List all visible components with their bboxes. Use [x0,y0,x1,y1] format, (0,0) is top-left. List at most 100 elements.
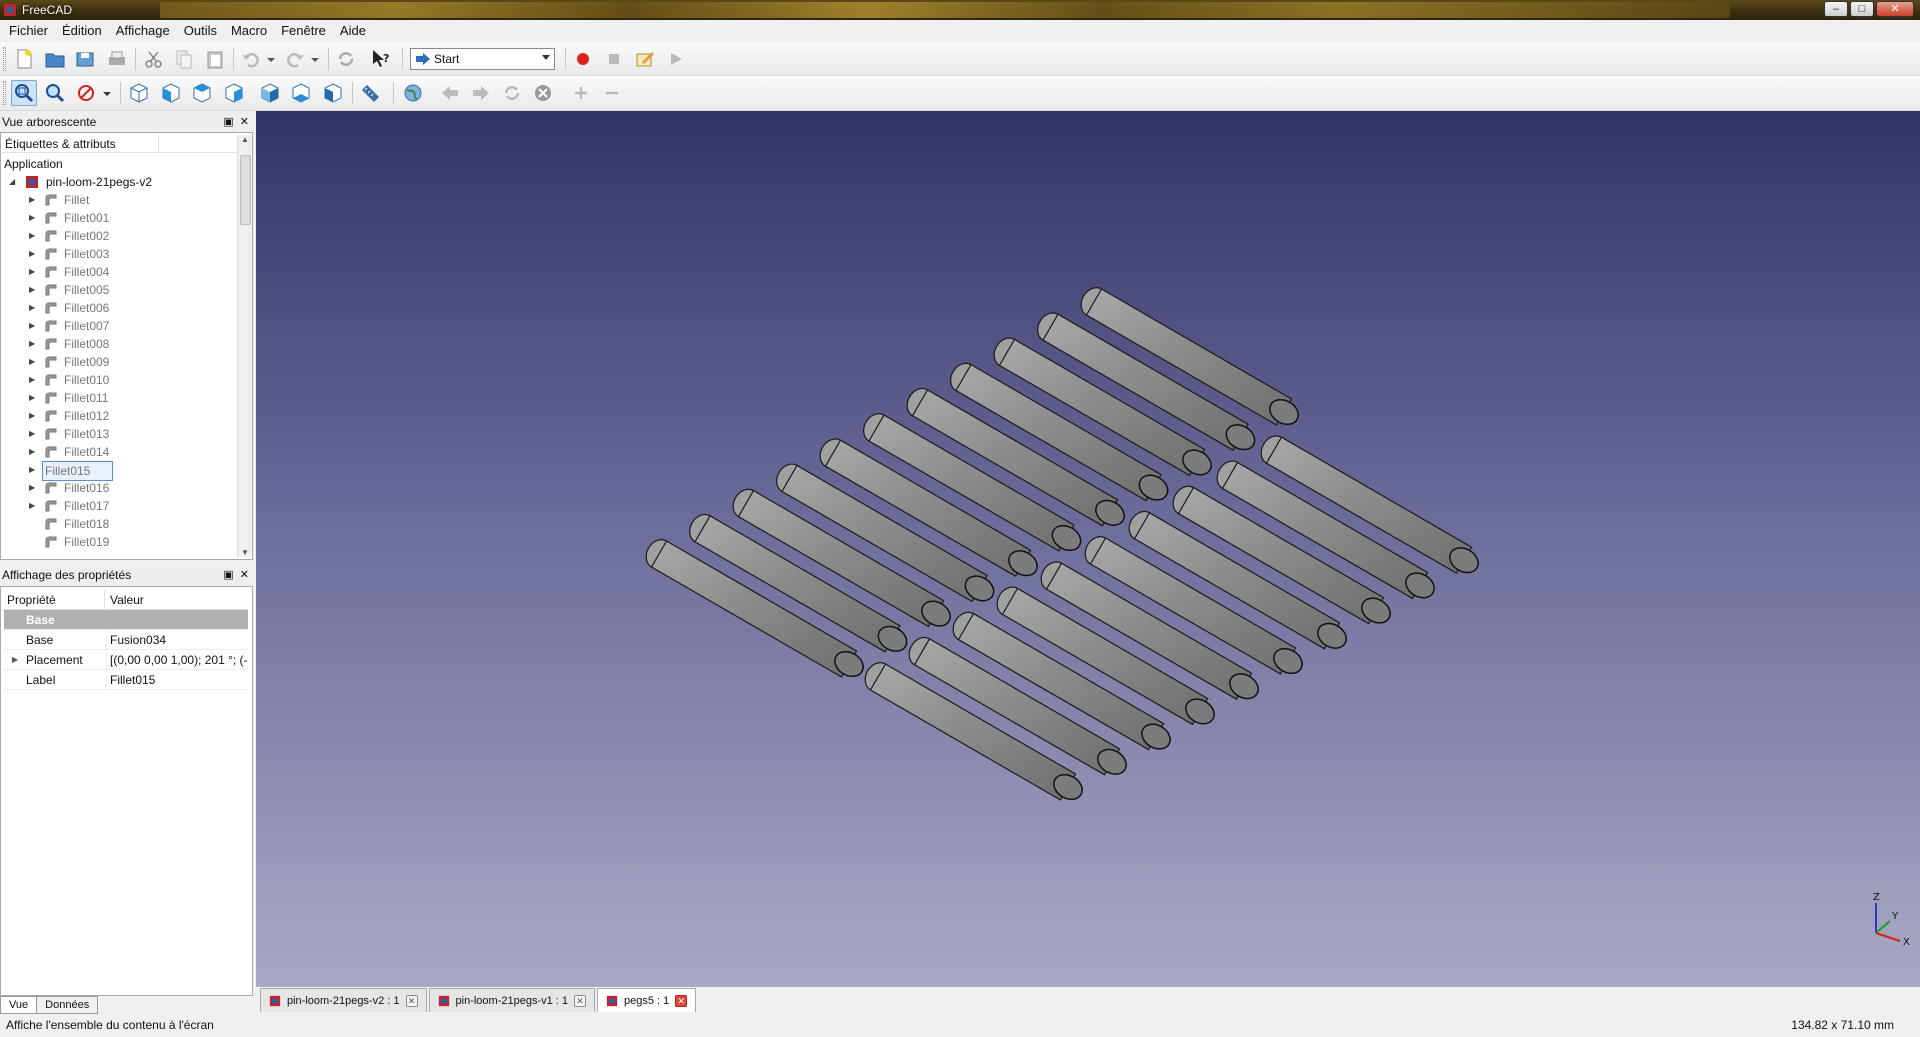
fillet-icon [45,518,57,530]
toolbar-grip[interactable] [3,47,6,71]
reload-button[interactable] [499,80,525,106]
expand-icon[interactable]: ▶ [29,443,39,461]
undo-button[interactable] [238,46,264,72]
menu-outils[interactable]: Outils [177,20,224,42]
property-row-label[interactable]: Label Fillet015 [4,670,248,690]
expand-icon[interactable]: ▶ [12,650,18,670]
menu-edition[interactable]: Édition [55,20,109,42]
stop-macro-button[interactable] [601,46,627,72]
view-bottom-button[interactable] [288,80,314,106]
menu-fenetre[interactable]: Fenêtre [274,20,333,42]
draw-style-icon [78,85,94,101]
tree-scrollbar-thumb[interactable] [240,155,251,225]
expand-icon[interactable]: ▶ [29,209,39,227]
3d-scene[interactable]: Z Y X [256,111,1920,987]
menu-aide[interactable]: Aide [333,20,373,42]
tree-scrollbar[interactable]: ▲ ▼ [237,135,252,557]
property-group-base[interactable]: Base [4,610,248,630]
expand-icon[interactable]: ▶ [29,425,39,443]
undock-icon[interactable]: ▣ [223,569,233,581]
menu-macro[interactable]: Macro [224,20,274,42]
close-tab-icon[interactable]: ✕ [405,994,418,1007]
property-row-base[interactable]: Base Fusion034 [4,630,248,650]
property-value[interactable]: [(0,00 0,00 1,00); 201 °; (-... [106,650,248,670]
pegs-group[interactable] [641,283,1483,804]
view-rear-button[interactable] [257,80,283,106]
expand-icon[interactable]: ▶ [29,461,39,479]
edit-macro-button[interactable] [632,46,658,72]
menu-affichage[interactable]: Affichage [109,20,177,42]
forward-button[interactable] [468,80,494,106]
tab-doc-1[interactable]: pin-loom-21pegs-v2 : 1 ✕ [260,988,427,1012]
save-button[interactable] [72,46,98,72]
tab-donnees[interactable]: Données [36,996,99,1014]
redo-dropdown[interactable] [308,46,322,72]
toolbar-grip[interactable] [3,81,6,105]
undo-dropdown[interactable] [264,46,278,72]
view-top-button[interactable] [189,80,215,106]
workbench-selector[interactable]: Start [410,48,555,70]
fillet-icon [45,356,57,368]
expand-icon[interactable]: ▶ [29,281,39,299]
collapse-icon[interactable]: ◢ [9,173,19,191]
view-left-button[interactable] [320,80,346,106]
cube-bottom-icon [292,83,310,103]
view-front-button[interactable] [158,80,184,106]
expand-icon[interactable]: ▶ [29,335,39,353]
expand-icon[interactable]: ▶ [29,389,39,407]
arrow-right-icon [416,53,430,65]
record-macro-button[interactable] [570,46,596,72]
whats-this-button[interactable]: ? [368,46,394,72]
run-macro-button[interactable] [663,46,689,72]
tab-doc-2[interactable]: pin-loom-21pegs-v1 : 1 ✕ [428,988,596,1012]
3d-viewport[interactable]: Z Y X [256,111,1920,987]
draw-style-dropdown[interactable] [100,80,114,106]
expand-icon[interactable]: ▶ [29,299,39,317]
close-tab-icon[interactable]: ✕ [574,994,587,1007]
property-value[interactable]: Fillet015 [106,670,248,690]
menu-fichier[interactable]: Fichier [2,20,55,42]
draw-style-button[interactable] [73,80,99,106]
tab-doc-3[interactable]: pegs5 : 1 ✕ [597,988,697,1012]
redo-button[interactable] [282,46,308,72]
back-button[interactable] [437,80,463,106]
close-icon[interactable]: ✕ [240,569,249,581]
view-isometric-button[interactable] [126,80,152,106]
expand-icon[interactable]: ▶ [29,227,39,245]
copy-button[interactable] [171,46,197,72]
new-button[interactable] [11,46,37,72]
close-icon[interactable]: ✕ [240,116,249,128]
view-right-button[interactable] [221,80,247,106]
undock-icon[interactable]: ▣ [223,116,233,128]
expand-icon[interactable]: ▶ [29,263,39,281]
expand-icon[interactable]: ▶ [29,353,39,371]
scroll-up-icon[interactable]: ▲ [238,135,252,144]
expand-icon[interactable]: ▶ [29,317,39,335]
expand-icon[interactable]: ▶ [29,245,39,263]
tab-vue[interactable]: Vue [0,996,38,1014]
expand-icon[interactable]: ▶ [29,497,39,515]
fit-selection-button[interactable] [42,80,68,106]
close-button[interactable]: ✕ [1876,1,1914,17]
property-row-placement[interactable]: ▶ Placement [(0,00 0,00 1,00); 201 °; (-… [4,650,248,670]
zoom-in-button[interactable] [568,80,594,106]
expand-icon[interactable]: ▶ [29,407,39,425]
scroll-down-icon[interactable]: ▼ [238,548,252,557]
refresh-button[interactable] [333,46,359,72]
property-value[interactable]: Fusion034 [106,630,248,650]
minimize-button[interactable]: – [1824,1,1848,17]
stop-button[interactable] [530,80,556,106]
close-tab-icon[interactable]: ✕ [675,994,688,1007]
measure-button[interactable] [357,80,383,106]
open-button[interactable] [42,46,68,72]
expand-icon[interactable]: ▶ [29,371,39,389]
maximize-button[interactable]: □ [1850,1,1874,17]
zoom-out-button[interactable] [599,80,625,106]
web-button[interactable] [400,80,426,106]
fit-all-button[interactable] [11,80,37,106]
expand-icon[interactable]: ▶ [29,191,39,209]
paste-button[interactable] [202,46,228,72]
cut-button[interactable] [141,46,167,72]
expand-icon[interactable]: ▶ [29,479,39,497]
print-button[interactable] [104,46,130,72]
